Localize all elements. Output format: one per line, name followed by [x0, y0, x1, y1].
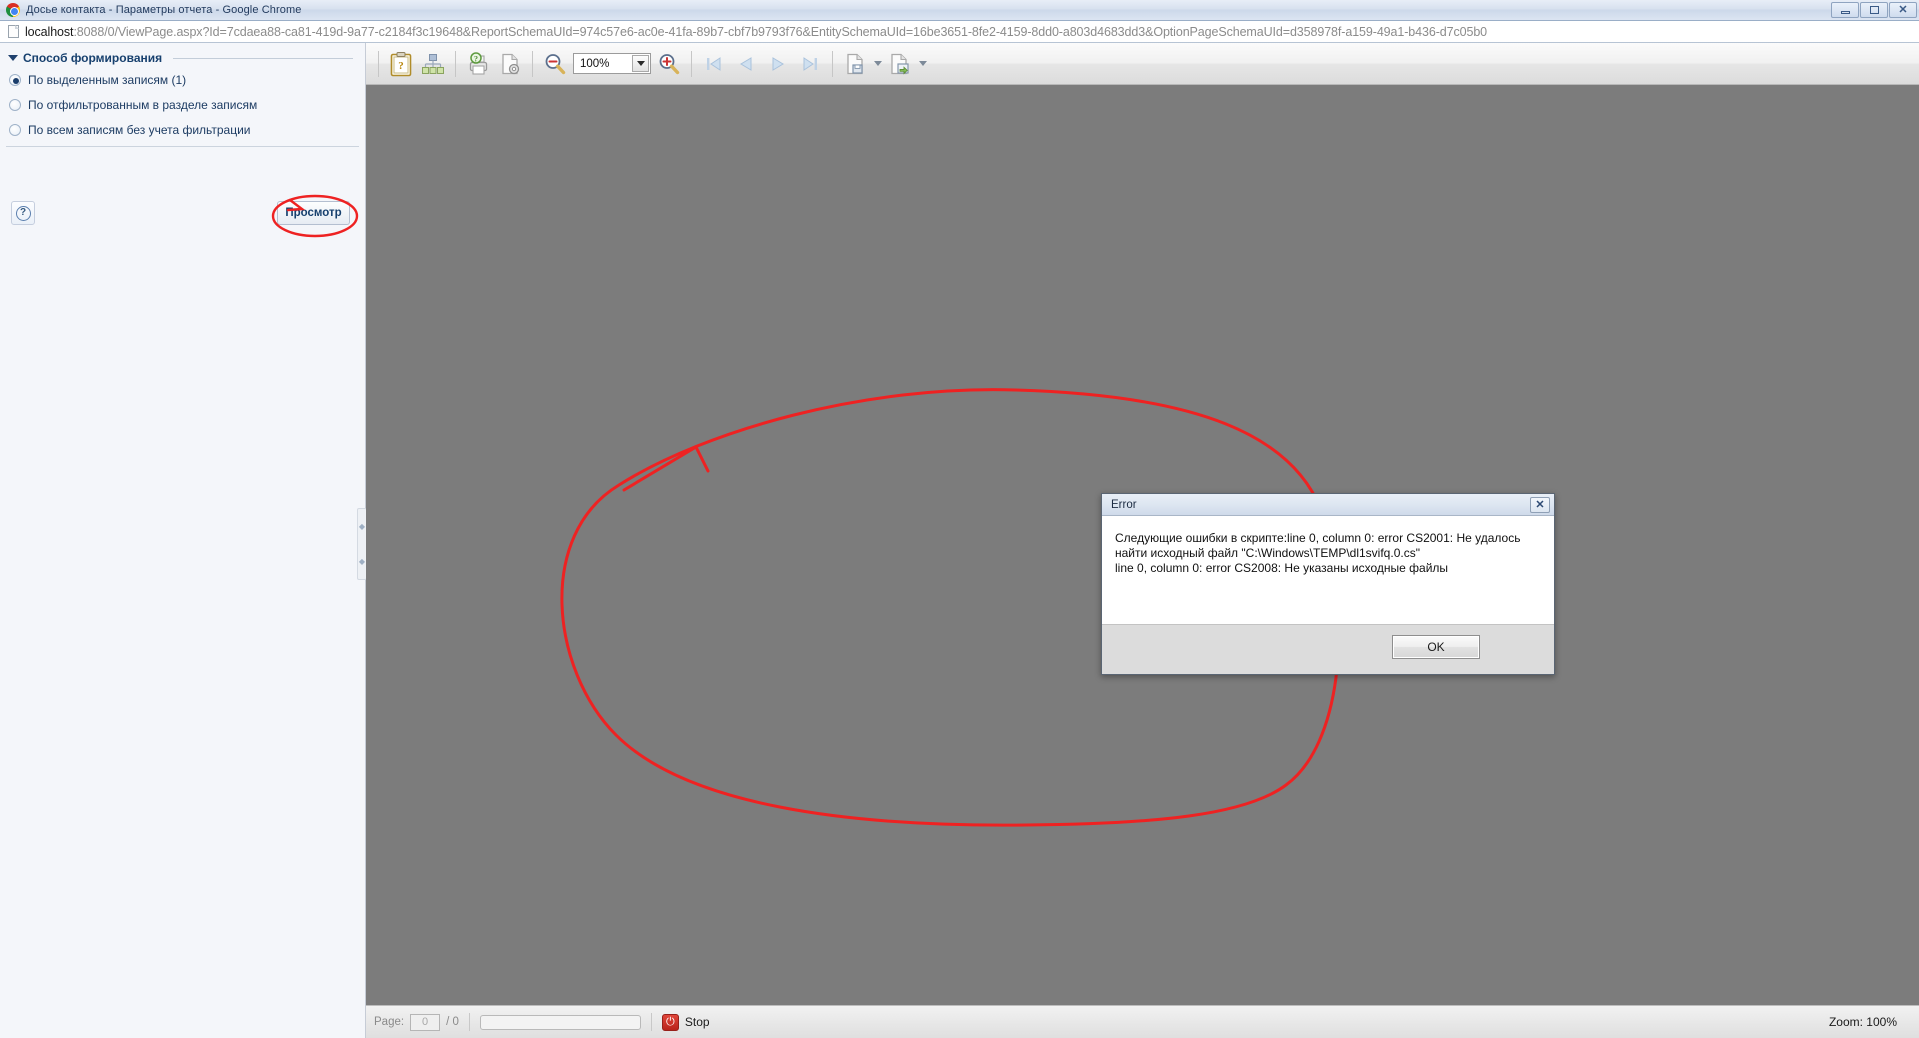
document-map-icon[interactable]: [417, 48, 449, 80]
chrome-logo-icon: [6, 3, 20, 17]
radio-label-filtered-records: По отфильтрованным в разделе записям: [28, 97, 258, 112]
stop-power-icon: ⏻: [661, 1013, 679, 1031]
stop-button[interactable]: ⏻ Stop: [661, 1013, 710, 1031]
option-row-selected-records[interactable]: По выделенным записям (1): [0, 67, 365, 92]
question-mark-icon: ?: [15, 205, 31, 221]
close-icon[interactable]: ✕: [1530, 497, 1550, 513]
help-button[interactable]: ?: [11, 201, 35, 225]
zoom-out-icon[interactable]: [539, 48, 571, 80]
page-setup-icon[interactable]: [494, 48, 526, 80]
triangle-down-icon[interactable]: [8, 55, 18, 61]
report-toolbar: ? ? 100%: [366, 43, 1919, 85]
window-titlebar: Досье контакта - Параметры отчета - Goog…: [0, 0, 1919, 21]
zoom-status-label: Zoom: 100%: [1828, 1015, 1897, 1029]
first-page-icon[interactable]: [698, 48, 730, 80]
toolbar-separator: [378, 50, 379, 77]
zoom-select-value: 100%: [580, 57, 610, 70]
report-options-panel: Способ формирования По выделенным запися…: [0, 43, 366, 1038]
statusbar-separator: [468, 1013, 470, 1031]
toolbar-separator: [691, 50, 692, 77]
preview-button[interactable]: Просмотр: [277, 201, 350, 225]
report-viewer: ? ? 100% Error ✕ Следующие ошибки в скри…: [366, 43, 1919, 1038]
export-dropdown-icon[interactable]: [916, 48, 929, 80]
ok-button[interactable]: OK: [1392, 635, 1480, 659]
options-group-title: Способ формирования: [23, 51, 163, 65]
zoom-select[interactable]: 100%: [573, 53, 651, 74]
radio-selected-records[interactable]: [9, 73, 21, 86]
group-divider: [173, 57, 353, 59]
next-page-icon[interactable]: [762, 48, 794, 80]
address-bar-path: :8088/0/ViewPage.aspx?Id=7cdaea88-ca81-4…: [73, 24, 1488, 39]
svg-text:?: ?: [474, 54, 478, 63]
app-root: Досье контакта - Параметры отчета - Goog…: [0, 0, 1919, 1038]
option-row-all-records[interactable]: По всем записям без учета фильтрации: [0, 117, 365, 142]
export-icon[interactable]: [884, 48, 916, 80]
minimize-button[interactable]: [1831, 2, 1859, 18]
address-bar-host: localhost: [25, 24, 74, 39]
window-controls: ✕: [1831, 2, 1917, 18]
dialog-footer: OK: [1102, 625, 1554, 674]
dialog-message: Следующие ошибки в скрипте:line 0, colum…: [1115, 531, 1521, 575]
save-icon[interactable]: [839, 48, 871, 80]
dialog-titlebar: Error ✕: [1102, 494, 1554, 516]
splitter-glyph-down: ◆: [358, 556, 366, 566]
print-icon[interactable]: ?: [462, 48, 494, 80]
address-bar[interactable]: localhost:8088/0/ViewPage.aspx?Id=7cdaea…: [0, 21, 1919, 43]
radio-label-all-records: По всем записям без учета фильтрации: [28, 122, 251, 137]
zoom-in-icon[interactable]: [653, 48, 685, 80]
option-row-filtered-records[interactable]: По отфильтрованным в разделе записям: [0, 92, 365, 117]
page-number-input[interactable]: 0: [410, 1013, 441, 1031]
chevron-down-icon[interactable]: [632, 55, 649, 72]
dialog-body: Следующие ошибки в скрипте:line 0, colum…: [1102, 516, 1554, 625]
sidebar-divider: [6, 146, 359, 147]
close-button[interactable]: ✕: [1889, 2, 1917, 18]
statusbar-separator: [650, 1013, 652, 1031]
save-dropdown-icon[interactable]: [871, 48, 884, 80]
page-total-label: / 0: [446, 1016, 459, 1028]
address-bar-url: localhost:8088/0/ViewPage.aspx?Id=7cdaea…: [25, 25, 1487, 39]
radio-all-records[interactable]: [9, 123, 21, 136]
maximize-button[interactable]: [1860, 2, 1888, 18]
splitter-glyph-up: ◆: [358, 521, 366, 531]
previous-page-icon[interactable]: [730, 48, 762, 80]
toolbar-separator: [455, 50, 456, 77]
svg-text:?: ?: [398, 60, 404, 72]
window-title: Досье контакта - Параметры отчета - Goog…: [26, 4, 302, 16]
viewer-statusbar: Page: 0 / 0 ⏻ Stop Zoom: 100%: [366, 1005, 1919, 1038]
radio-filtered-records[interactable]: [9, 98, 21, 111]
last-page-icon[interactable]: [794, 48, 826, 80]
stop-label: Stop: [684, 1015, 710, 1029]
options-group-header[interactable]: Способ формирования: [0, 43, 365, 67]
page-document-icon: [8, 25, 19, 38]
page-label: Page:: [374, 1016, 405, 1028]
report-parameters-icon[interactable]: ?: [385, 48, 417, 80]
toolbar-separator: [532, 50, 533, 77]
error-dialog: Error ✕ Следующие ошибки в скрипте:line …: [1101, 493, 1555, 675]
toolbar-separator: [832, 50, 833, 77]
radio-label-selected-records: По выделенным записям (1): [28, 72, 187, 87]
dialog-title: Error: [1111, 498, 1137, 511]
render-progress-bar: [479, 1014, 641, 1030]
